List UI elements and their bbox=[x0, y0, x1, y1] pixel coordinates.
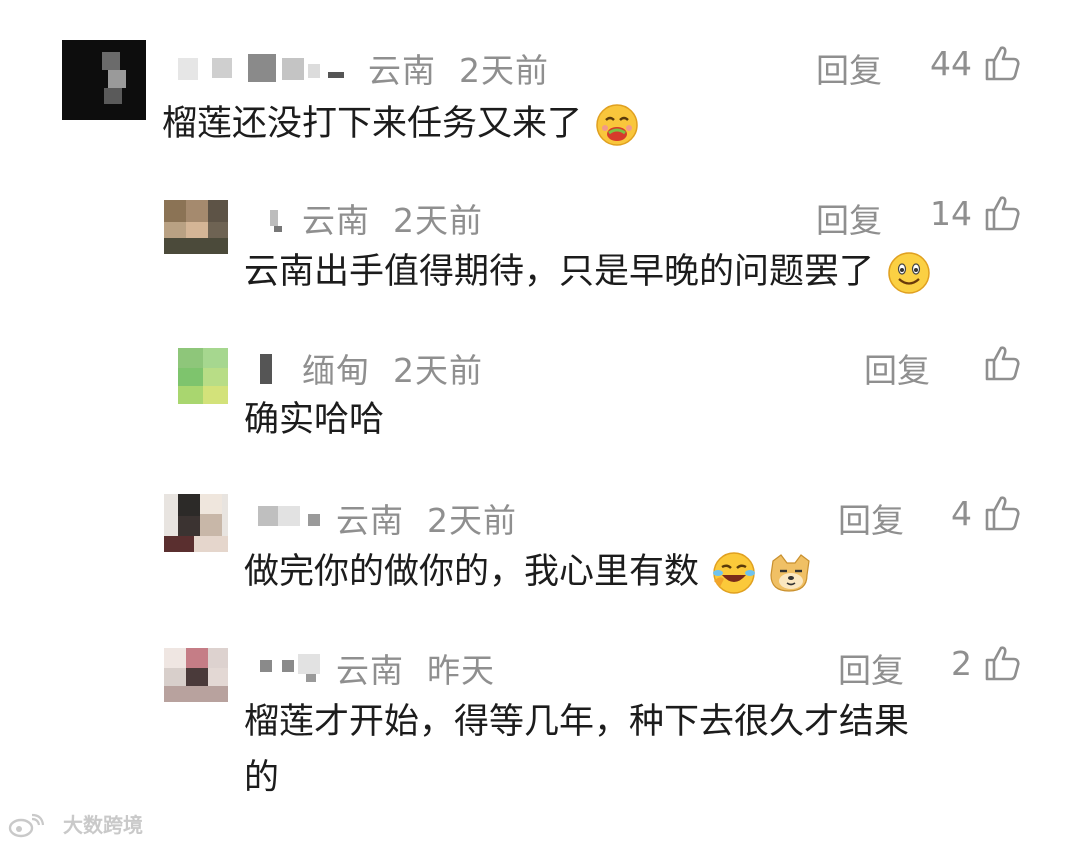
timestamp: 2天前 bbox=[392, 351, 483, 390]
watermark: 大数跨境 bbox=[8, 809, 143, 840]
thumbs-up-icon[interactable] bbox=[984, 44, 1022, 82]
comment-text: 榴莲才开始，得等几年，种下去很久才结果 的 bbox=[244, 694, 909, 806]
comment-body: 做完你的做你的，我心里有数 bbox=[244, 552, 700, 592]
thumbs-up-icon[interactable] bbox=[984, 644, 1022, 682]
avatar[interactable] bbox=[62, 40, 146, 120]
location: 云南 bbox=[336, 501, 404, 540]
username[interactable] bbox=[258, 350, 278, 384]
like-count: 14 bbox=[930, 194, 972, 233]
weibo-logo-icon bbox=[8, 813, 45, 838]
timestamp: 昨天 bbox=[426, 651, 495, 690]
comment-text: 确实哈哈 bbox=[244, 392, 384, 448]
location: 云南 bbox=[302, 201, 370, 240]
reply-button[interactable]: 回复 bbox=[838, 644, 904, 692]
timestamp: 2天前 bbox=[458, 51, 549, 90]
thumbs-up-icon[interactable] bbox=[984, 344, 1022, 382]
username[interactable] bbox=[258, 496, 328, 528]
like-count: 2 bbox=[951, 644, 972, 683]
username[interactable] bbox=[258, 650, 328, 682]
username[interactable] bbox=[178, 50, 358, 82]
comment-body: 榴莲还没打下来任务又来了 bbox=[162, 104, 583, 144]
comment-item: 云南 昨天 回复 2 榴莲才开始，得等几年，种下去很久才结果 的 bbox=[0, 630, 1080, 810]
comment-item: 云南 2天前 回复 4 做完你的做你的，我心里有数 bbox=[0, 480, 1080, 600]
location: 云南 bbox=[368, 51, 436, 90]
avatar[interactable] bbox=[164, 200, 228, 254]
smile-emoji-icon bbox=[888, 252, 930, 294]
username[interactable] bbox=[266, 202, 292, 234]
comment-text: 云南出手值得期待，只是早晚的问题罢了 bbox=[244, 244, 931, 300]
comment-item: 云南 2天前 回复 14 云南出手值得期待，只是早晚的问题罢了 bbox=[0, 180, 1080, 300]
avatar[interactable] bbox=[164, 494, 228, 552]
comment-body-line: 的 bbox=[244, 758, 280, 798]
avatar[interactable] bbox=[178, 348, 228, 404]
comment-item: 云南 2天前 回复 44 榴莲还没打下来任务又来了 bbox=[0, 0, 1080, 160]
comment-text: 榴莲还没打下来任务又来了 bbox=[162, 96, 639, 152]
comment-body: 确实哈哈 bbox=[244, 400, 385, 440]
like-count: 4 bbox=[951, 494, 972, 533]
comment-text: 做完你的做你的，我心里有数 bbox=[244, 544, 813, 600]
comment-body: 云南出手值得期待，只是早晚的问题罢了 bbox=[244, 252, 875, 292]
comment-meta: 缅甸 2天前 bbox=[302, 344, 483, 392]
timestamp: 2天前 bbox=[426, 501, 517, 540]
location: 云南 bbox=[336, 651, 404, 690]
comment-meta: 云南 2天前 bbox=[336, 494, 517, 542]
reply-button[interactable]: 回复 bbox=[816, 44, 882, 92]
laugh-cry-emoji-icon bbox=[713, 552, 756, 594]
watermark-text: 大数跨境 bbox=[62, 812, 143, 837]
reply-button[interactable]: 回复 bbox=[864, 344, 930, 392]
comment-body-line: 榴莲才开始，得等几年，种下去很久才结果 bbox=[244, 702, 910, 742]
location: 缅甸 bbox=[302, 351, 370, 390]
thumbs-up-icon[interactable] bbox=[984, 194, 1022, 232]
comment-meta: 云南 昨天 bbox=[336, 644, 495, 692]
comment-meta: 云南 2天前 bbox=[368, 44, 549, 92]
avatar[interactable] bbox=[164, 648, 228, 702]
thumbs-up-icon[interactable] bbox=[984, 494, 1022, 532]
like-count: 44 bbox=[930, 44, 972, 83]
reply-button[interactable]: 回复 bbox=[838, 494, 904, 542]
timestamp: 2天前 bbox=[392, 201, 483, 240]
food-emoji-icon bbox=[596, 104, 638, 146]
doge-emoji-icon bbox=[770, 554, 810, 592]
reply-button[interactable]: 回复 bbox=[816, 194, 882, 242]
comment-meta: 云南 2天前 bbox=[302, 194, 483, 242]
comment-item: 缅甸 2天前 回复 确实哈哈 bbox=[0, 330, 1080, 450]
